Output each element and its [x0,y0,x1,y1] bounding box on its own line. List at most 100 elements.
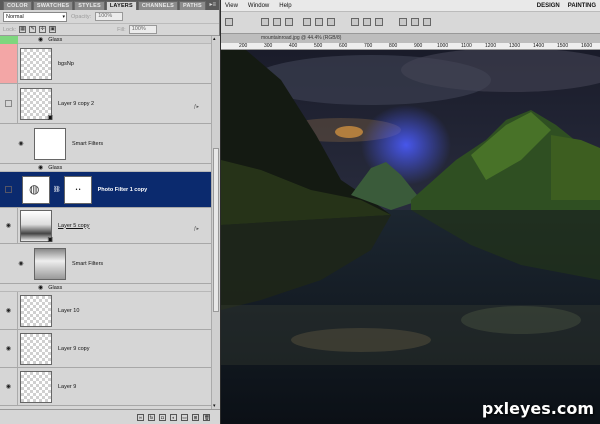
ruler-tick: 1000 [437,43,449,49]
trash-icon[interactable]: 🗑 [203,413,210,421]
align-left-icon[interactable] [303,18,311,26]
adjustment-layer-icon[interactable]: ◐ [170,413,177,421]
scroll-up-icon[interactable]: ▴ [213,36,216,42]
menu-help[interactable]: Help [279,3,291,9]
filter-row-glass[interactable]: ◉ Glass [0,284,211,292]
tab-swatches[interactable]: SWATCHES [32,1,74,10]
filter-mask-thumbnail [34,247,66,280]
add-style-icon[interactable]: fx [148,413,155,421]
menu-view[interactable]: View [225,3,238,9]
link-layers-icon[interactable]: ∞ [137,413,144,421]
photo-filter-icon: ◍ [29,181,40,196]
align-bottom-icon[interactable] [285,18,293,26]
adjustment-thumbnail: ◍ [22,175,50,204]
panel-tabs: COLOR SWATCHES STYLES LAYERS CHANNELS PA… [0,0,219,10]
layer-row-photo-filter[interactable]: ◍ ⛓ • • Photo Filter 1 copy [0,172,211,208]
eye-icon[interactable]: ◉ [14,124,28,163]
distribute-icon[interactable] [399,18,407,26]
distribute-icon[interactable] [423,18,431,26]
workspace-design[interactable]: DESIGN [537,3,560,9]
lock-label: Lock: [3,26,17,33]
distribute-icon[interactable] [363,18,371,26]
smart-filters-row[interactable]: ◉ Smart Filters [0,244,211,284]
align-center-icon[interactable] [315,18,323,26]
ruler-tick: 1300 [509,43,521,49]
layer-name: Layer 5 copy [58,222,90,229]
effect-name: Glass [48,36,63,43]
layer-row-layer-9[interactable]: ◉ Layer 9 [0,368,211,406]
distribute-icon[interactable] [375,18,383,26]
document-tab[interactable]: mountainroad.jpg @ 44.4% (RGB/8) [221,34,600,43]
ruler-tick: 800 [389,43,398,49]
blend-mode-select[interactable]: Normal ▾ [3,11,67,22]
ruler-tick: 1500 [557,43,569,49]
blend-options-row: Normal ▾ Opacity: 100% [0,10,219,24]
filter-mask-thumbnail [34,127,66,160]
smart-object-icon: ▣ [47,236,53,243]
tab-channels[interactable]: CHANNELS [137,1,179,10]
ruler-tick: 600 [339,43,348,49]
color-indicator [0,36,18,44]
menu-window[interactable]: Window [248,3,269,9]
fill-field[interactable]: 100% [128,25,157,34]
ruler-tick: 500 [314,43,323,49]
scrollbar-thumb[interactable] [213,148,219,312]
new-layer-icon[interactable]: ⊞ [192,413,199,421]
add-mask-icon[interactable]: ◘ [159,413,166,421]
visibility-toggle[interactable] [0,172,18,207]
distribute-icon[interactable] [411,18,419,26]
fx-icon[interactable]: ƒ▸ [194,104,199,110]
filter-row-glass[interactable]: ◉ Glass [0,164,211,172]
workspace-painting[interactable]: PAINTING [568,3,596,9]
layer-name: Layer 10 [58,307,80,314]
tab-styles[interactable]: STYLES [74,1,105,10]
horizontal-ruler: 200 300 400 500 600 700 800 900 1000 110… [221,43,600,50]
align-right-icon[interactable] [327,18,335,26]
align-middle-icon[interactable] [273,18,281,26]
lock-image-icon[interactable]: ✎ [29,26,37,33]
chain-link-icon[interactable]: ⛓ [53,186,61,193]
layers-scrollbar[interactable]: ▴ ▾ [211,36,220,409]
eye-icon[interactable]: ◉ [0,208,18,243]
opacity-field[interactable]: 100% [95,12,124,21]
tool-preset-icon[interactable] [225,18,233,26]
menu-bar: View Window Help DESIGN PAINTING [221,0,600,12]
layer-row-layer-9-copy[interactable]: ◉ Layer 9 copy [0,330,211,368]
layers-panel: COLOR SWATCHES STYLES LAYERS CHANNELS PA… [0,0,220,424]
eye-icon[interactable]: ◉ [0,330,18,367]
eye-icon[interactable]: ◉ [14,244,28,283]
layer-name: Photo Filter 1 copy [97,186,148,193]
lock-transparent-icon[interactable]: ▦ [19,26,27,33]
eye-icon[interactable]: ◉ [0,368,18,405]
tab-color[interactable]: COLOR [3,1,32,10]
panel-menu-icon[interactable]: ▸≡ [209,1,216,10]
fx-icon[interactable]: ƒ▸ [194,226,199,232]
layer-row-layer-5-copy[interactable]: ◉ ▣ Layer 5 copy ƒ▸ [0,208,211,244]
layer-thumbnail [20,47,52,80]
layer-effect-row[interactable]: ◉ Glass [0,36,211,44]
smart-filters-row[interactable]: ◉ Smart Filters [0,124,211,164]
distribute-icon[interactable] [351,18,359,26]
ruler-tick: 400 [289,43,298,49]
document-canvas[interactable]: pxleyes.com [221,50,600,424]
eye-icon[interactable]: ◉ [0,292,18,329]
layer-name: Layer 9 copy 2 [58,100,95,107]
layer-name: Smart Filters [72,140,104,147]
eye-icon[interactable]: ◉ [38,36,43,43]
eye-icon[interactable]: ◉ [38,284,43,291]
layer-row-bgshp[interactable]: bgsNp [0,44,211,84]
lock-position-icon[interactable]: ✢ [39,26,47,33]
tab-paths[interactable]: PATHS [179,1,206,10]
new-group-icon[interactable]: ▭ [181,413,188,421]
eye-icon[interactable]: ◉ [38,164,43,171]
layer-row-layer-9-copy-2[interactable]: ▣ Layer 9 copy 2 ƒ▸ [0,84,211,124]
layers-bottom-toolbar: ∞ fx ◘ ◐ ▭ ⊞ 🗑 [0,409,220,424]
visibility-toggle[interactable] [0,44,18,83]
lock-all-icon[interactable]: ▣ [49,26,57,33]
layer-row-layer-10[interactable]: ◉ Layer 10 [0,292,211,330]
align-top-icon[interactable] [261,18,269,26]
fill-label: Fill: [117,26,126,33]
visibility-toggle[interactable] [0,84,18,123]
tab-layers[interactable]: LAYERS [105,1,137,10]
ruler-tick: 200 [239,43,248,49]
